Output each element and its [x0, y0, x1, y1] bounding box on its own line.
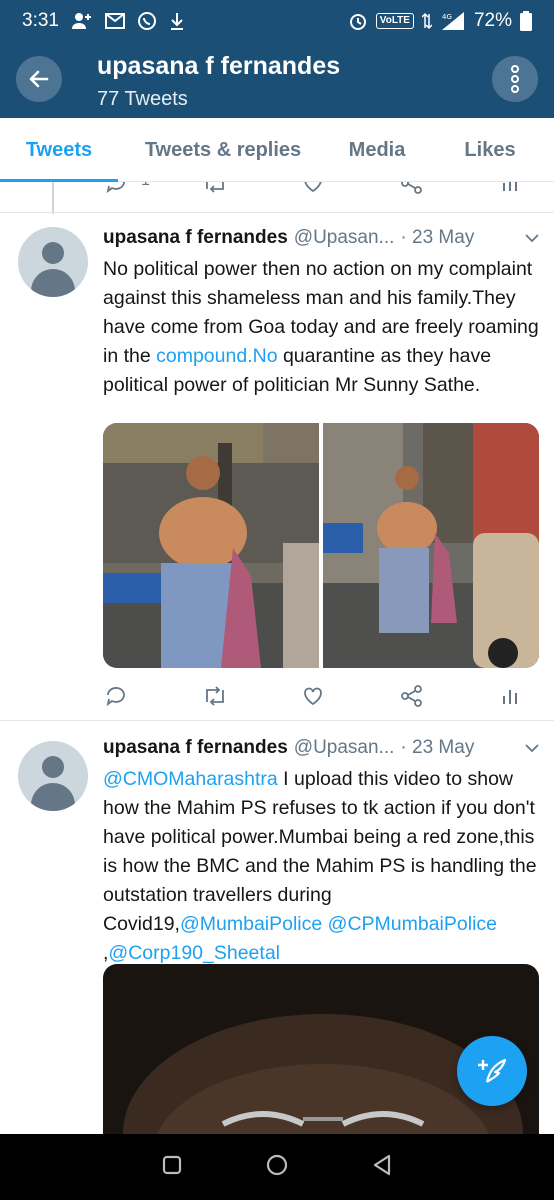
mention-link[interactable]: @Corp190_Sheetal — [108, 942, 280, 964]
tweet-count: 77 Tweets — [97, 88, 188, 110]
compose-icon — [478, 1058, 507, 1083]
tab-media[interactable]: Media — [328, 118, 426, 182]
add-contact-icon — [71, 12, 93, 30]
tweet-text: @CMOMaharashtra I upload this video to s… — [103, 768, 537, 964]
reply-icon — [106, 687, 125, 707]
like-button[interactable] — [300, 182, 326, 196]
avatar[interactable] — [18, 741, 88, 811]
analytics-button[interactable] — [497, 182, 523, 196]
battery-icon — [520, 11, 532, 31]
share-button[interactable] — [399, 182, 425, 196]
author-name[interactable]: upasana f fernandes — [103, 737, 288, 759]
data-arrows-icon — [421, 12, 432, 30]
alarm-icon — [348, 11, 368, 31]
tweet-photo[interactable] — [103, 423, 319, 668]
tweet-menu-button[interactable] — [524, 232, 540, 244]
back-button[interactable] — [16, 56, 62, 102]
tab-tweets-replies[interactable]: Tweets & replies — [118, 118, 328, 182]
battery-percentage: 72% — [473, 10, 512, 31]
analytics-button[interactable] — [497, 683, 523, 709]
analytics-icon — [503, 182, 517, 191]
retweet-button[interactable] — [202, 182, 228, 196]
svg-text:4G: 4G — [442, 13, 452, 21]
status-time: 3:31 — [22, 10, 59, 31]
thread-line — [52, 182, 54, 214]
gmail-icon — [104, 13, 125, 29]
recent-apps-button[interactable] — [161, 1154, 183, 1181]
share-icon — [400, 685, 422, 707]
more-options-button[interactable] — [492, 56, 538, 102]
profile-header: upasana f fernandes 77 Tweets — [0, 42, 554, 118]
tab-likes[interactable]: Likes — [426, 118, 554, 182]
tweet-item[interactable]: upasana f fernandes @Upasan... · 23 May … — [0, 212, 554, 720]
chevron-down-icon — [525, 744, 539, 753]
tweet-text: No political power then no action on my … — [103, 258, 539, 396]
retweet-button[interactable] — [202, 683, 228, 709]
triangle-back-icon — [373, 1154, 391, 1175]
analytics-icon — [503, 690, 517, 704]
reply-button[interactable] — [103, 683, 129, 709]
tweet-date: · 23 May — [400, 737, 475, 758]
author-handle: @Upasan... — [293, 737, 395, 758]
whatsapp-icon — [137, 11, 157, 31]
more-vertical-icon — [511, 65, 519, 93]
tweet-header: upasana f fernandes @Upasan... · 23 May — [103, 227, 540, 249]
square-icon — [162, 1155, 182, 1174]
tweet-header: upasana f fernandes @Upasan... · 23 May — [103, 737, 540, 759]
tweet-media — [103, 423, 539, 668]
compose-tweet-button[interactable] — [457, 1036, 527, 1106]
download-icon — [169, 11, 185, 31]
share-icon — [400, 182, 422, 194]
heart-icon — [304, 687, 322, 706]
profile-tabs: Tweets Tweets & replies Media Likes — [0, 118, 554, 182]
tweet-actions — [103, 681, 523, 711]
status-bar: 3:31 VoLTE 4G 72% — [0, 0, 554, 42]
mention-link[interactable]: @CMOMaharashtra — [103, 768, 278, 790]
like-button[interactable] — [300, 683, 326, 709]
heart-icon — [304, 182, 322, 193]
retweet-icon — [205, 686, 224, 706]
author-name[interactable]: upasana f fernandes — [103, 227, 288, 249]
previous-tweet-actions: 1 — [103, 182, 523, 198]
back-nav-button[interactable] — [371, 1153, 393, 1182]
home-button[interactable] — [265, 1153, 289, 1182]
circle-icon — [266, 1154, 288, 1175]
tweet-menu-button[interactable] — [524, 742, 540, 754]
arrow-left-icon — [29, 70, 49, 88]
chevron-down-icon — [525, 234, 539, 243]
system-nav-bar — [0, 1134, 554, 1200]
tweet-feed[interactable]: 1 upasana f fernandes @Upasan... · 23 Ma… — [0, 182, 554, 1134]
mention-link[interactable]: @CPMumbaiPolice — [328, 913, 497, 935]
mention-link[interactable]: @MumbaiPolice — [180, 913, 322, 935]
tab-tweets[interactable]: Tweets — [0, 118, 118, 182]
tweet-photo[interactable] — [323, 423, 539, 668]
reply-count: 1 — [141, 182, 150, 190]
reply-icon — [106, 182, 125, 194]
signal-icon: 4G — [440, 11, 466, 31]
avatar[interactable] — [18, 227, 88, 297]
author-handle: @Upasan... — [293, 227, 395, 248]
reply-button[interactable] — [103, 182, 129, 196]
profile-name: upasana f fernandes — [97, 52, 341, 80]
tweet-link[interactable]: compound.No — [156, 345, 277, 367]
share-button[interactable] — [399, 683, 425, 709]
volte-badge: VoLTE — [375, 13, 414, 29]
tweet-date: · 23 May — [400, 227, 475, 248]
retweet-icon — [205, 182, 224, 193]
